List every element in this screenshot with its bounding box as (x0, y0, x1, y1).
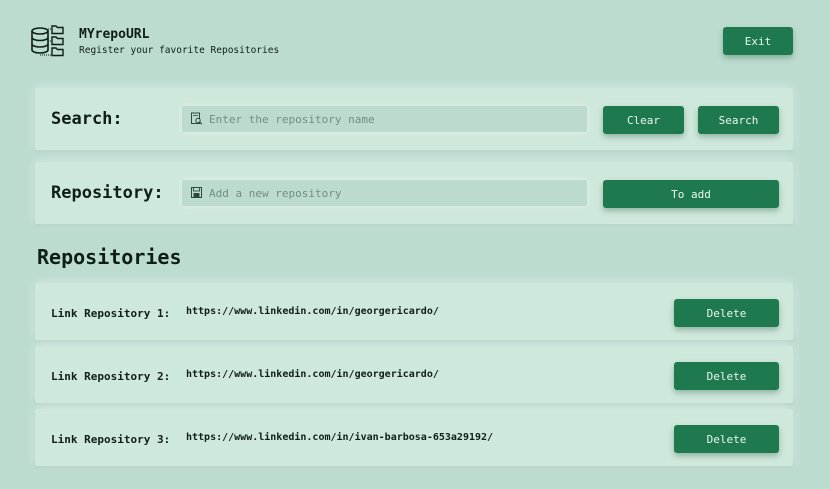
repositories-heading: Repositories (37, 245, 182, 269)
search-input[interactable] (209, 106, 579, 132)
repository-row-label: Link Repository 2: (51, 370, 171, 383)
repository-row: Link Repository 1: https://www.linkedin.… (35, 283, 793, 340)
repository-label: Repository: (51, 183, 164, 203)
repository-row-label: Link Repository 1: (51, 307, 171, 320)
search-document-icon (191, 112, 203, 125)
add-repository-button[interactable]: To add (603, 180, 779, 208)
repository-url[interactable]: https://www.linkedin.com/in/ivan-barbosa… (186, 432, 493, 443)
repository-row: Link Repository 2: https://www.linkedin.… (35, 346, 793, 403)
delete-button[interactable]: Delete (674, 362, 779, 390)
delete-button[interactable]: Delete (674, 425, 779, 453)
repository-url[interactable]: https://www.linkedin.com/in/georgericard… (186, 369, 439, 380)
delete-button[interactable]: Delete (674, 299, 779, 327)
app-subtitle: Register your favorite Repositories (79, 45, 280, 56)
repository-row: Link Repository 3: https://www.linkedin.… (35, 409, 793, 466)
search-field-wrapper (182, 106, 587, 132)
search-panel: Search: Clear Search (35, 88, 793, 150)
save-icon (191, 187, 202, 198)
search-label: Search: (51, 109, 123, 129)
database-folders-icon (31, 25, 64, 57)
repository-field-wrapper (182, 180, 587, 206)
exit-button[interactable]: Exit (723, 27, 793, 55)
repository-url[interactable]: https://www.linkedin.com/in/georgericard… (186, 306, 439, 317)
repository-input[interactable] (209, 180, 579, 206)
add-repository-panel: Repository: To add (35, 162, 793, 224)
app-header: MYrepoURL Register your favorite Reposit… (0, 0, 830, 82)
clear-button[interactable]: Clear (603, 106, 684, 134)
app-title: MYrepoURL (79, 27, 150, 42)
search-button[interactable]: Search (698, 106, 779, 134)
repository-row-label: Link Repository 3: (51, 433, 171, 446)
